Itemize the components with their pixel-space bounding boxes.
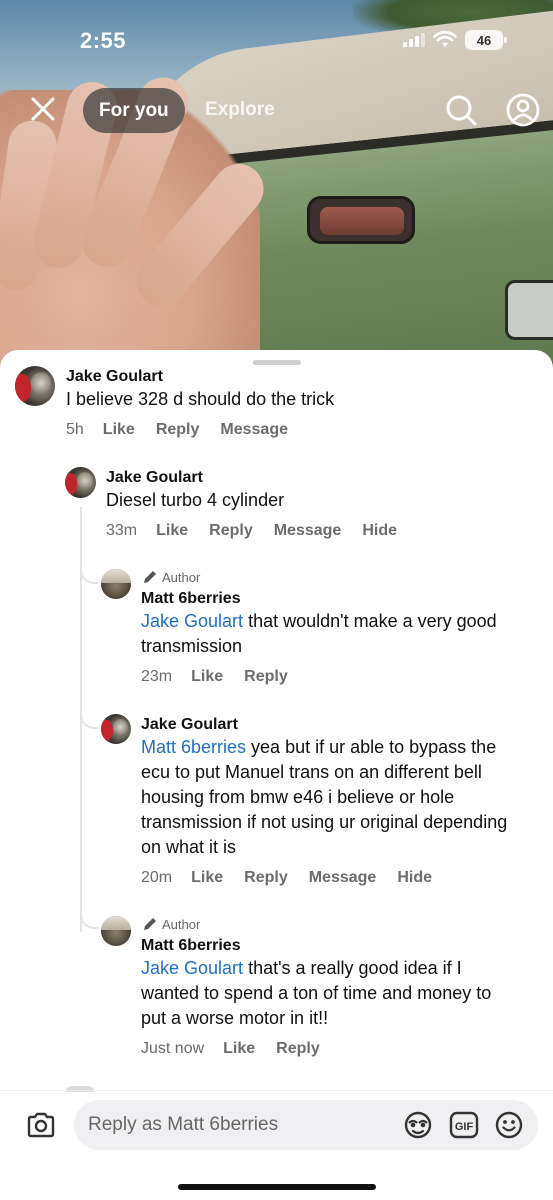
next-comment-peek xyxy=(66,1086,94,1092)
comment-author-name[interactable]: Matt 6berries xyxy=(141,937,241,955)
mention-link[interactable]: Matt 6berries xyxy=(141,737,246,757)
author-tag: Author xyxy=(142,916,200,932)
comment-time: 20m xyxy=(141,869,173,886)
pencil-icon xyxy=(144,918,156,930)
mention-link[interactable]: Jake Goulart xyxy=(141,611,243,631)
emoji-icon[interactable] xyxy=(494,1110,524,1140)
avatar[interactable] xyxy=(65,467,96,498)
sheet-grabber[interactable] xyxy=(253,360,301,365)
comment-author-name[interactable]: Jake Goulart xyxy=(106,469,203,487)
avatar[interactable] xyxy=(101,569,131,599)
mention-link[interactable]: Jake Goulart xyxy=(141,958,243,978)
comment-meta: 5h Like Reply Message xyxy=(66,421,309,439)
pencil-icon xyxy=(144,571,156,583)
hide-button[interactable]: Hide xyxy=(362,522,397,540)
comment-author-name[interactable]: Jake Goulart xyxy=(141,716,238,734)
signal-icon xyxy=(403,33,425,47)
message-button[interactable]: Message xyxy=(309,869,377,887)
reply-button[interactable]: Reply xyxy=(244,869,288,887)
reply-divider xyxy=(0,1090,553,1091)
comment-text: Jake Goulart that wouldn't make a very g… xyxy=(141,611,497,656)
camera-icon[interactable] xyxy=(25,1110,57,1140)
message-button[interactable]: Message xyxy=(220,421,288,439)
status-icons: 46 xyxy=(403,30,507,50)
like-button[interactable]: Like xyxy=(191,869,223,887)
status-time: 2:55 xyxy=(80,28,127,53)
comment-meta: Just now Like Reply xyxy=(141,1040,341,1058)
comment-text: Jake Goulart that's a really good idea i… xyxy=(141,958,492,1028)
reply-button[interactable]: Reply xyxy=(276,1040,320,1058)
avatar[interactable] xyxy=(101,714,131,744)
comment-text: Matt 6berries yea but if ur able to bypa… xyxy=(141,737,508,857)
like-button[interactable]: Like xyxy=(191,668,223,686)
comment-author-name[interactable]: Jake Goulart xyxy=(66,368,163,386)
gif-icon[interactable]: GIF xyxy=(449,1110,479,1140)
video-rearview-mirror xyxy=(307,196,415,244)
reply-button[interactable]: Reply xyxy=(209,522,253,540)
battery-icon: 46 xyxy=(465,30,507,50)
comment-time: 23m xyxy=(141,668,173,685)
reply-button[interactable]: Reply xyxy=(156,421,200,439)
comment-meta: 33m Like Reply Message Hide xyxy=(106,522,418,540)
video-background[interactable] xyxy=(0,0,553,380)
svg-text:GIF: GIF xyxy=(455,1121,474,1133)
avatar-sticker-icon[interactable] xyxy=(402,1110,434,1140)
comment-time: Just now xyxy=(141,1040,205,1057)
profile-icon[interactable] xyxy=(505,92,541,128)
home-indicator[interactable] xyxy=(178,1184,376,1190)
search-icon[interactable] xyxy=(443,92,479,128)
avatar[interactable] xyxy=(101,916,131,946)
comment-text: Diesel turbo 4 cylinder xyxy=(106,490,285,510)
like-button[interactable]: Like xyxy=(103,421,135,439)
like-button[interactable]: Like xyxy=(223,1040,255,1058)
reply-placeholder[interactable]: Reply as Matt 6berries xyxy=(88,1114,278,1136)
reply-button[interactable]: Reply xyxy=(244,668,288,686)
message-button[interactable]: Message xyxy=(274,522,342,540)
comment-meta: 20m Like Reply Message Hide xyxy=(141,869,453,887)
comment-meta: 23m Like Reply xyxy=(141,668,309,686)
close-icon[interactable] xyxy=(26,92,60,126)
tab-explore[interactable]: Explore xyxy=(205,99,275,121)
comment-text: I believe 328 d should do the trick xyxy=(66,389,335,409)
comment-author-name[interactable]: Matt 6berries xyxy=(141,590,241,608)
wifi-icon xyxy=(433,31,457,47)
tab-for-you[interactable]: For you xyxy=(83,88,185,133)
avatar[interactable] xyxy=(15,366,55,406)
video-side-mirror xyxy=(505,280,553,340)
hide-button[interactable]: Hide xyxy=(397,869,432,887)
comment-time: 5h xyxy=(66,421,84,438)
comment-time: 33m xyxy=(106,522,138,539)
author-tag: Author xyxy=(142,569,200,585)
like-button[interactable]: Like xyxy=(156,522,188,540)
